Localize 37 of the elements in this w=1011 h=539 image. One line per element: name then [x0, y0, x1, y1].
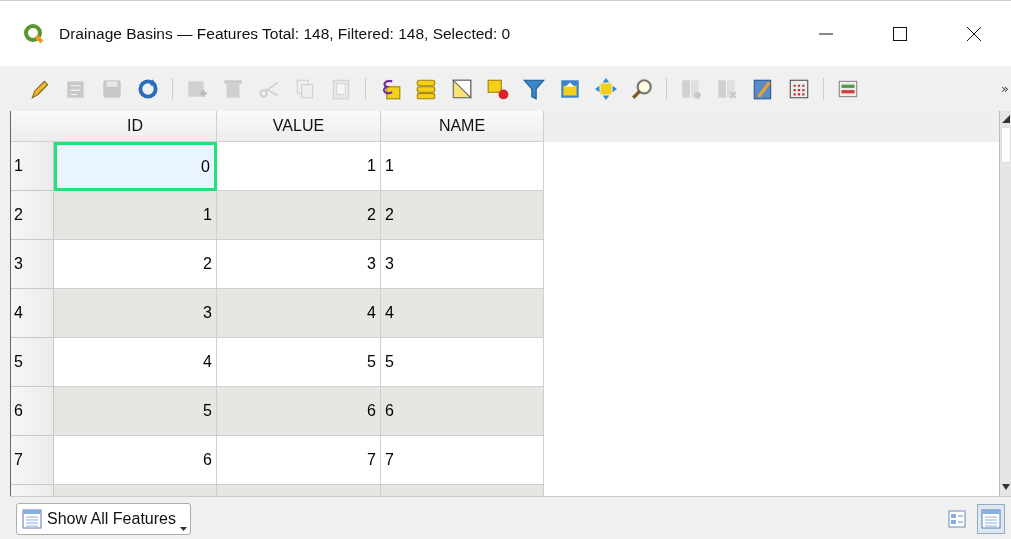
- table-cell: 1: [54, 191, 217, 240]
- row-header[interactable]: 6: [11, 387, 54, 436]
- table-cell: 5: [54, 387, 217, 436]
- table-cell: 6: [217, 387, 381, 436]
- close-icon[interactable]: [966, 25, 982, 42]
- table-cell: 4: [381, 289, 544, 338]
- toolbar-overflow-button[interactable]: »: [1001, 81, 1009, 96]
- table-cell: 0: [54, 142, 217, 191]
- row-header[interactable]: 3: [11, 240, 54, 289]
- column-header[interactable]: ID: [54, 111, 217, 142]
- scroll-down-icon[interactable]: [1001, 482, 1010, 492]
- scroll-up-icon[interactable]: [1001, 115, 1010, 125]
- table-cell: 6: [381, 387, 544, 436]
- row-header[interactable]: 5: [11, 338, 54, 387]
- scrollbar[interactable]: [999, 111, 1011, 496]
- caret-icon: [179, 526, 187, 531]
- table-cell: 3: [54, 289, 217, 338]
- table-icon: [21, 507, 43, 530]
- column-header[interactable]: NAME: [381, 111, 544, 142]
- show-features-dropdown[interactable]: Show All Features: [16, 502, 191, 535]
- window-title: Drainage Basins — Features Total: 148, Filtered: 148, Selected: 0: [59, 24, 512, 43]
- table-icon: [980, 507, 1002, 530]
- table-view-button[interactable]: [977, 503, 1005, 534]
- maximize-icon[interactable]: [892, 25, 908, 42]
- row-header[interactable]: 2: [11, 191, 54, 240]
- row-header[interactable]: 1: [11, 142, 54, 191]
- row-header[interactable]: 7: [11, 436, 54, 485]
- pan-icon[interactable]: [594, 76, 618, 101]
- column-header[interactable]: VALUE: [217, 111, 381, 142]
- table-cell: 4: [217, 289, 381, 338]
- zoom-icon[interactable]: [630, 76, 654, 101]
- table-cell: 2: [217, 191, 381, 240]
- row-header[interactable]: 4: [11, 289, 54, 338]
- reload-icon[interactable]: [136, 76, 160, 101]
- scroll-thumb[interactable]: [1000, 127, 1011, 163]
- table-cell: 2: [381, 191, 544, 240]
- app-logo-icon: [23, 22, 45, 45]
